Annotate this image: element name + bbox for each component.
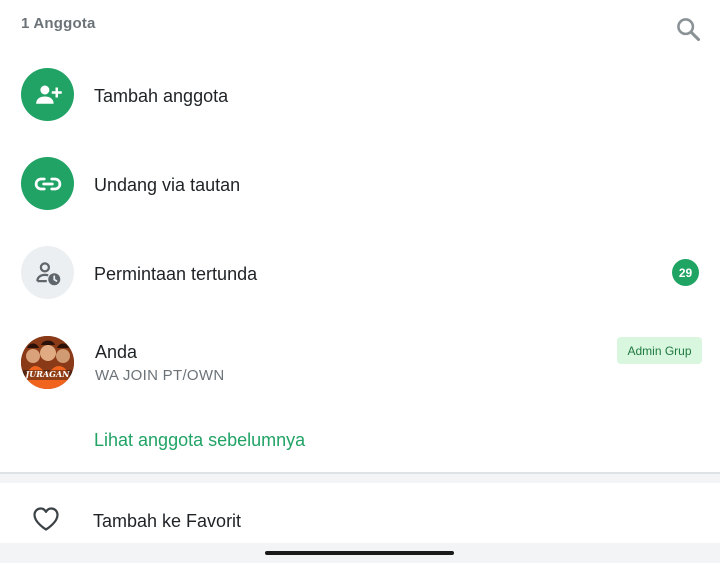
pending-requests-row[interactable]: Permintaan tertunda 29 [0,246,720,299]
see-previous-members-link[interactable]: Lihat anggota sebelumnya [94,430,305,451]
system-nav-bar [0,543,720,563]
avatar[interactable]: JURAGAN [21,336,74,389]
avatar-logo-text: JURAGAN [25,369,70,379]
pending-person-icon [21,246,74,299]
section-gap [0,474,720,483]
add-favorite-row[interactable]: Tambah ke Favorit [0,483,720,543]
search-icon[interactable] [674,15,702,43]
pending-requests-label: Permintaan tertunda [94,264,258,284]
add-favorite-label: Tambah ke Favorit [93,511,242,531]
member-status: WA JOIN PT/OWN [95,367,225,384]
invite-link-row[interactable]: Undang via tautan [0,157,720,210]
add-member-label: Tambah anggota [94,86,229,106]
member-count: 1 Anggota [21,15,96,32]
person-add-icon [21,68,74,121]
link-icon [21,157,74,210]
invite-link-label: Undang via tautan [94,175,241,195]
home-gesture-handle[interactable] [265,551,454,555]
admin-badge: Admin Grup [617,337,702,364]
add-member-row[interactable]: Tambah anggota [0,68,720,121]
member-name: Anda [95,342,138,362]
member-row[interactable] [0,330,720,396]
heart-outline-icon [32,506,60,532]
members-header: 1 Anggota [0,0,720,48]
pending-count-badge: 29 [672,259,699,286]
